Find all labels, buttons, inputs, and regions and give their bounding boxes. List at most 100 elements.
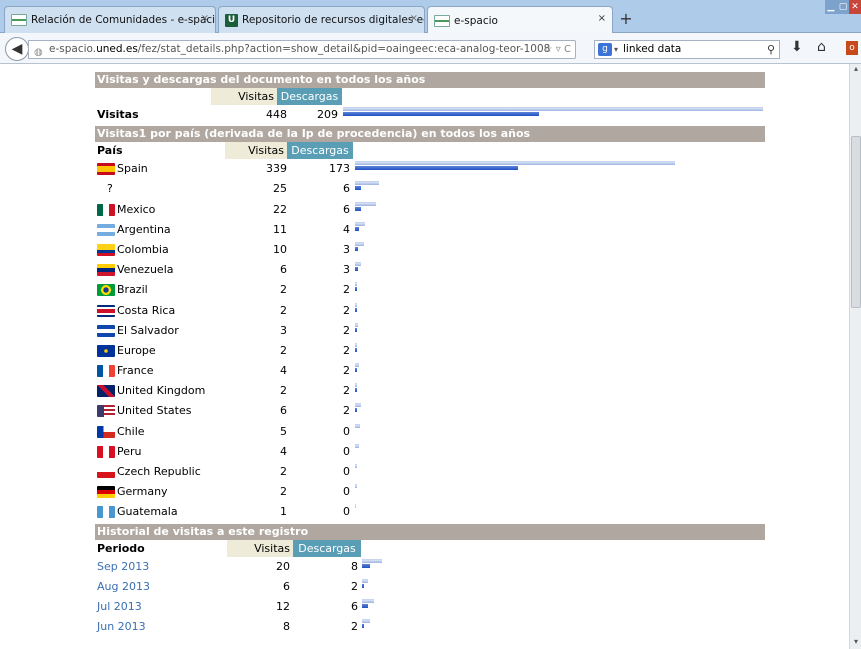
search-input[interactable]: linked data (623, 43, 681, 55)
country-name: Costa Rica (117, 303, 176, 317)
period-downloads-bar (362, 563, 370, 568)
country-table: Spain 339 173? 25 6 Mexico 22 6 Argentina 11 4 Colo… (95, 159, 765, 522)
country-row: Peru 4 0 (95, 442, 765, 462)
country-cell: Peru (97, 442, 142, 462)
country-name: Spain (117, 162, 148, 176)
country-downloads-bar (355, 166, 519, 171)
country-name: Peru (117, 444, 142, 458)
history-row: Jul 2013 12 6 (95, 597, 765, 617)
scroll-up-icon[interactable]: ▴ (851, 64, 861, 76)
col-header-downloads: Descargas (277, 88, 342, 105)
country-visits-bar (355, 484, 357, 489)
tab-e-spacio[interactable]: e-spacio × (427, 6, 613, 34)
u-favicon-icon: U (225, 13, 238, 27)
country-downloads: 0 (343, 505, 350, 519)
country-downloads-bar (355, 368, 357, 373)
flag-costa-rica-icon (97, 304, 115, 317)
country-cell: Colombia (97, 240, 169, 260)
country-visits-bar (355, 221, 366, 226)
section-header-history: Historial de visitas a este registro (95, 523, 765, 540)
col-header-downloads: Descargas (293, 539, 361, 557)
maximize-icon[interactable]: ▢ (837, 0, 849, 14)
period-link[interactable]: Sep 2013 (97, 557, 149, 577)
country-cell: Brazil (97, 280, 148, 300)
tab-relacion-comunidades[interactable]: Relación de Comunidades - e-spacio × (4, 6, 216, 33)
search-engine-dropdown-icon[interactable]: ▾ (614, 41, 618, 58)
close-tab-icon[interactable]: × (598, 13, 606, 24)
history-row: Jun 2013 8 2 (95, 617, 765, 637)
search-icon[interactable]: ⚲ (767, 41, 775, 58)
home-icon[interactable]: ⌂ (817, 39, 826, 55)
period-visits: 20 (276, 559, 290, 573)
country-downloads: 3 (343, 242, 350, 256)
country-row: Colombia 10 3 (95, 240, 765, 260)
tab-label: Relación de Comunidades - e-spacio (31, 14, 216, 26)
download-icon[interactable]: ⬇ (791, 39, 803, 55)
country-row: Chile 5 0 (95, 422, 765, 442)
history-row: Aug 2013 6 2 (95, 577, 765, 597)
country-downloads: 2 (343, 323, 350, 337)
flag-brazil-icon (97, 284, 115, 297)
country-name: United States (117, 404, 192, 418)
col-header-visits: Visitas (225, 142, 287, 160)
country-visits-bar (355, 403, 361, 408)
star-icon[interactable]: ☆ (544, 44, 553, 55)
country-visits: 3 (280, 323, 287, 337)
totals-downloads-bar (343, 112, 539, 116)
scroll-down-icon[interactable]: ▾ (851, 637, 861, 649)
tab-repositorio[interactable]: U Repositorio de recursos digitales edu.… (218, 6, 425, 33)
scrollbar-thumb[interactable] (851, 136, 861, 308)
country-name: Venezuela (117, 263, 174, 277)
flag-colombia-icon (97, 243, 115, 256)
country-downloads-bar (355, 408, 357, 413)
addon-icon[interactable]: o (846, 41, 858, 55)
col-header-visits: Visitas (211, 88, 277, 105)
vertical-scrollbar[interactable]: ▴ ▾ (849, 64, 861, 649)
minimize-icon[interactable]: ▁ (825, 0, 837, 14)
dropdown-icon[interactable]: ▿ (556, 44, 561, 55)
country-downloads: 3 (343, 263, 350, 277)
country-cell: Venezuela (97, 260, 174, 280)
period-downloads: 2 (351, 579, 358, 593)
country-name: France (117, 364, 154, 378)
country-row: United States 6 2 (95, 401, 765, 421)
period-link[interactable]: Jun 2013 (97, 617, 146, 637)
period-link[interactable]: Aug 2013 (97, 577, 150, 597)
country-visits-bar (355, 241, 365, 246)
country-name: ? (107, 182, 113, 196)
period-link[interactable]: Jul 2013 (97, 597, 142, 617)
country-downloads-bar (355, 267, 358, 272)
country-visits-bar (355, 363, 359, 368)
country-downloads-bar (355, 206, 361, 211)
totals-visits: 448 (266, 108, 287, 121)
country-name: Argentina (117, 222, 171, 236)
country-downloads: 2 (343, 404, 350, 418)
search-box[interactable]: g ▾ linked data ⚲ (594, 40, 780, 59)
close-tab-icon[interactable]: × (201, 13, 209, 24)
country-cell: France (97, 361, 154, 381)
close-tab-icon[interactable]: × (410, 13, 418, 24)
period-downloads-bar (362, 603, 368, 608)
country-visits-bar (355, 423, 360, 428)
history-row: Sep 2013 20 8 (95, 557, 765, 577)
google-icon: g (598, 43, 612, 56)
country-visits-bar (355, 161, 675, 166)
country-downloads: 6 (343, 202, 350, 216)
url-bar[interactable]: ◍ e-spacio.uned.es/fez/stat_details.php?… (28, 40, 576, 59)
period-downloads-bar (362, 583, 364, 588)
country-downloads: 4 (343, 222, 350, 236)
country-visits-bar (355, 443, 359, 448)
country-row: Venezuela 6 3 (95, 260, 765, 280)
new-tab-button[interactable]: + (615, 9, 637, 31)
country-visits: 1 (280, 505, 287, 519)
back-button[interactable]: ◀ (5, 37, 29, 61)
col-header-country: País (97, 144, 123, 158)
country-downloads: 2 (343, 283, 350, 297)
url-suffix: /fez/stat_details.php?action=show_detail… (137, 43, 551, 55)
section-header-totals: Visitas y descargas del documento en tod… (95, 72, 765, 88)
reload-icon[interactable]: C (564, 44, 571, 55)
close-window-icon[interactable]: ✕ (849, 0, 861, 14)
flag-germany-icon (97, 486, 115, 499)
col-header-period: Periodo (97, 541, 145, 555)
country-row: Mexico 22 6 (95, 200, 765, 220)
